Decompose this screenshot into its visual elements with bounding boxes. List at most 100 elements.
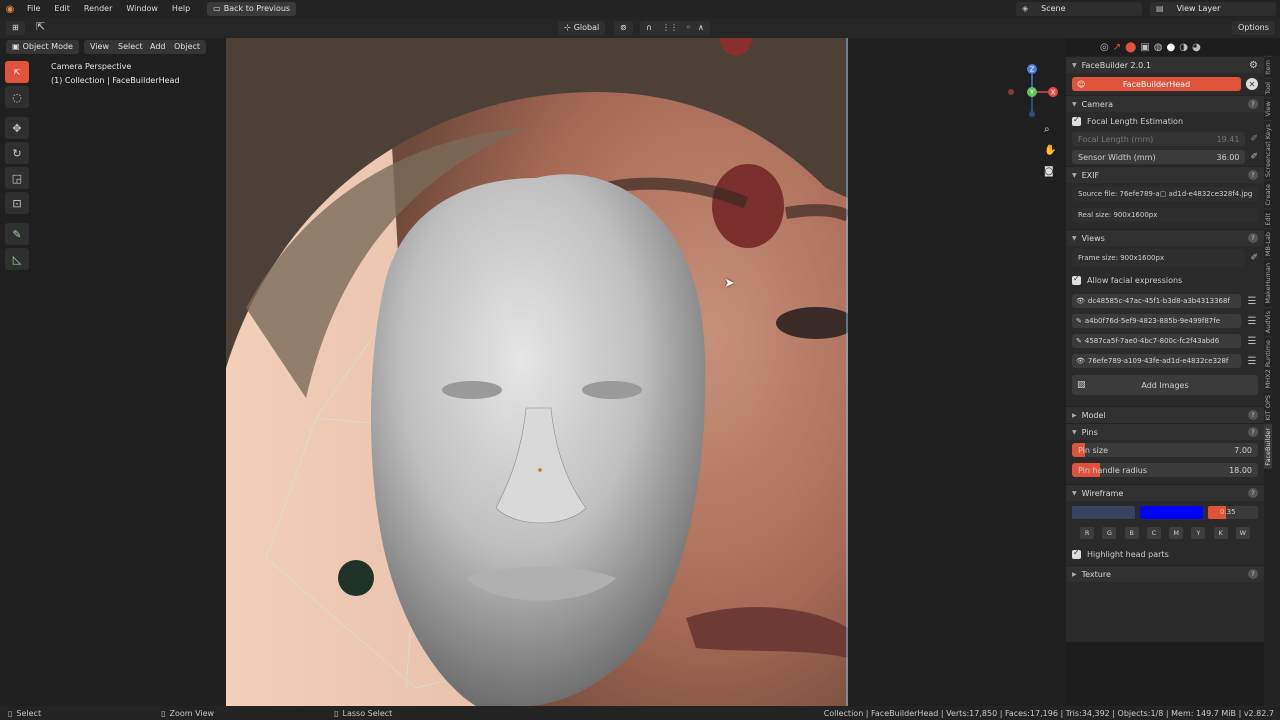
camera-section-header[interactable]: ▼ Camera ? (1066, 95, 1264, 112)
help-icon[interactable]: ? (1248, 488, 1258, 498)
scene-selector[interactable]: ◈ Scene (1016, 2, 1142, 16)
move-tool[interactable]: ✥ (5, 117, 29, 139)
key-y-button[interactable]: Y (1191, 527, 1206, 539)
tab-tool[interactable]: Tool (1264, 77, 1272, 98)
view-menu-icon[interactable]: ☰ (1246, 336, 1258, 347)
tab-kit-ops[interactable]: KIT OPS (1264, 391, 1272, 424)
gizmo-icon[interactable]: ↗ (1113, 42, 1121, 53)
tab-edit[interactable]: Edit (1264, 208, 1272, 229)
solid-shading-icon[interactable]: ● (1167, 42, 1176, 53)
view-menu[interactable]: View (84, 40, 115, 54)
exif-section-header[interactable]: ▼ EXIF ? (1066, 166, 1264, 183)
tab-mb-lab[interactable]: MB-Lab (1264, 228, 1272, 260)
menu-window[interactable]: Window (119, 0, 165, 18)
facebuilder-header[interactable]: ▼ FaceBuilder 2.0.1 ⚙ (1066, 56, 1264, 73)
highlight-parts-row[interactable]: Highlight head parts (1066, 543, 1264, 565)
menu-edit[interactable]: Edit (47, 0, 77, 18)
scale-tool[interactable]: ◲ (5, 167, 29, 189)
menu-help[interactable]: Help (165, 0, 197, 18)
object-mode-dropdown[interactable]: ▣ Object Mode (6, 40, 79, 54)
eyedropper-icon[interactable]: ✐ (1250, 152, 1258, 162)
annotate-tool[interactable]: ✎ (5, 223, 29, 245)
view-layer-selector[interactable]: ▤ View Layer (1150, 2, 1276, 16)
material-shading-icon[interactable]: ◑ (1179, 42, 1188, 53)
tab-audvis[interactable]: AudVis (1264, 306, 1272, 337)
help-icon[interactable]: ? (1248, 170, 1258, 180)
wireframe-shading-icon[interactable]: ◍ (1154, 42, 1163, 53)
tab-mhx2-runtime[interactable]: MHX2 Runtime (1264, 336, 1272, 392)
cursor-tool[interactable]: ◌ (5, 86, 29, 108)
blender-logo-icon[interactable]: ◉ (0, 4, 20, 15)
wire-opacity-slider[interactable]: 0.35 (1208, 505, 1258, 519)
key-k-button[interactable]: K (1213, 527, 1228, 539)
view-item-2[interactable]: ✎ a4b0f76d-5ef9-4823-885b-9e499f87fe ☰ (1072, 312, 1258, 330)
key-m-button[interactable]: M (1169, 527, 1184, 539)
options-dropdown[interactable]: Options (1232, 21, 1275, 35)
allow-expressions-checkbox[interactable] (1072, 274, 1081, 285)
xray-icon[interactable]: ▣ (1140, 42, 1149, 53)
help-icon[interactable]: ? (1248, 427, 1258, 437)
pin-size-slider[interactable]: Pin size 7.00 (1072, 443, 1258, 457)
transform-orientation-dropdown[interactable]: ⊹ Global (558, 21, 606, 35)
pins-section-header[interactable]: ▼ Pins ? (1066, 423, 1264, 440)
overlay-icon[interactable]: ⬤ (1125, 42, 1136, 53)
falloff-dropdown[interactable]: ∧ (692, 21, 710, 35)
key-b-button[interactable]: B (1124, 527, 1139, 539)
wireframe-section-header[interactable]: ▼ Wireframe ? (1066, 484, 1264, 501)
delete-head-icon[interactable]: ✕ (1246, 78, 1258, 90)
focal-estimation-checkbox[interactable] (1072, 115, 1081, 126)
editor-type-button[interactable]: ⊞ (6, 21, 25, 35)
key-w-button[interactable]: W (1235, 527, 1250, 539)
tab-create[interactable]: Create (1264, 179, 1272, 209)
help-icon[interactable]: ? (1248, 233, 1258, 243)
add-images-button[interactable]: ▨ Add Images (1072, 375, 1258, 395)
pivot-dropdown[interactable]: ⊚ (614, 21, 633, 35)
focal-estimation-row[interactable]: Focal Length Estimation (1066, 112, 1264, 130)
measure-tool[interactable]: ◺ (5, 248, 29, 270)
back-to-previous-button[interactable]: ▭ Back to Previous (207, 2, 297, 16)
view-menu-icon[interactable]: ☰ (1246, 296, 1258, 307)
view-menu-icon[interactable]: ☰ (1246, 316, 1258, 327)
visibility-icon[interactable]: ◎ (1100, 42, 1109, 53)
zoom-icon[interactable]: ⌕ (1044, 124, 1050, 135)
help-icon[interactable]: ? (1248, 99, 1258, 109)
focal-length-field[interactable]: Focal Length (mm) 19.41 (1072, 132, 1246, 146)
highlight-parts-checkbox[interactable] (1072, 548, 1081, 559)
object-menu[interactable]: Object (168, 40, 207, 54)
camera-view-icon[interactable]: ◙ (1044, 166, 1054, 177)
tab-view[interactable]: View (1264, 97, 1272, 120)
key-c-button[interactable]: C (1146, 527, 1161, 539)
gizmo-neg-z[interactable] (1029, 111, 1035, 117)
eyedropper-icon[interactable]: ✐ (1250, 134, 1258, 144)
pan-hand-icon[interactable]: ✋ (1044, 145, 1056, 156)
view-menu-icon[interactable]: ☰ (1246, 356, 1258, 367)
select-box-tool[interactable]: ⇱ (5, 61, 29, 83)
transform-tool[interactable]: ⊡ (5, 192, 29, 214)
edit-frame-icon[interactable]: ✐ (1250, 253, 1258, 263)
views-section-header[interactable]: ▼ Views ? (1066, 229, 1264, 246)
model-section-header[interactable]: ▶ Model ? (1066, 406, 1264, 423)
help-icon[interactable]: ? (1248, 569, 1258, 579)
wire-color-swatch-2[interactable] (1140, 505, 1203, 519)
tab-facebuilder[interactable]: FaceBuilder (1264, 423, 1272, 469)
wire-color-swatch-1[interactable] (1072, 505, 1135, 519)
menu-render[interactable]: Render (77, 0, 119, 18)
rendered-shading-icon[interactable]: ◕ (1192, 42, 1201, 53)
rotate-tool[interactable]: ↻ (5, 142, 29, 164)
navigation-gizmo[interactable]: Z X Y ⌕ ✋ ◙ (1004, 60, 1064, 190)
tab-makehuman[interactable]: MakeHuman (1264, 259, 1272, 307)
view-item-1[interactable]: 👁 dc48585c-47ac-45f1-b3d8-a3b4313368f ☰ (1072, 292, 1258, 310)
sensor-width-field[interactable]: Sensor Width (mm) 36.00 (1072, 150, 1246, 164)
help-icon[interactable]: ? (1248, 410, 1258, 420)
facebuilder-head-button[interactable]: ☺ FaceBuilderHead (1072, 77, 1241, 91)
tab-screencast-keys[interactable]: Screencast Keys (1264, 119, 1272, 180)
select-tool-icon[interactable]: ⇱ (36, 20, 45, 33)
view-item-3[interactable]: ✎ 4587ca5f-7ae0-4bc7-800c-fc2f43abd6 ☰ (1072, 332, 1258, 350)
pin-radius-slider[interactable]: Pin handle radius 18.00 (1072, 463, 1258, 477)
key-g-button[interactable]: G (1102, 527, 1117, 539)
allow-expressions-row[interactable]: Allow facial expressions (1066, 270, 1264, 290)
settings-gear-icon[interactable]: ⚙ (1249, 60, 1258, 71)
pin-point[interactable] (538, 468, 542, 472)
tab-item[interactable]: Item (1264, 56, 1272, 78)
gizmo-neg-x[interactable] (1008, 89, 1014, 95)
